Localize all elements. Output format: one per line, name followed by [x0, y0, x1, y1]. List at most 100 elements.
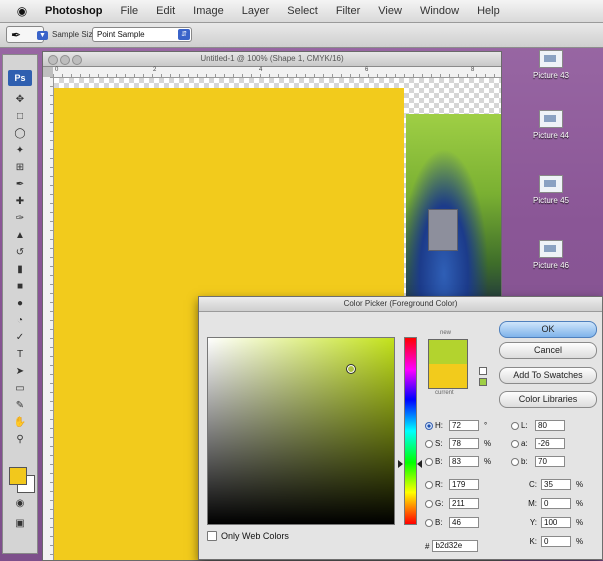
desktop-file-label: Picture 43	[532, 71, 570, 80]
menu-file[interactable]: File	[111, 5, 147, 17]
brightness-radio[interactable]	[425, 457, 433, 466]
pen-tool-icon[interactable]: ✓	[12, 331, 28, 344]
hue-radio[interactable]	[425, 421, 433, 430]
screen-mode-icon[interactable]: ▣	[12, 517, 28, 530]
hue-slider[interactable]	[404, 337, 417, 525]
saturation-row: S: 78 %	[425, 437, 492, 450]
red-radio[interactable]	[425, 480, 433, 489]
lab-l-radio[interactable]	[511, 421, 519, 430]
gamut-warning-icon[interactable]	[479, 367, 487, 375]
foreground-color-swatch[interactable]	[9, 467, 27, 485]
lab-b-radio[interactable]	[511, 457, 519, 466]
eyedropper-tool-icon[interactable]: ✒	[12, 178, 28, 191]
zoom-tool-icon[interactable]: ⚲	[12, 433, 28, 446]
green-label: G:	[435, 499, 444, 508]
hue-label: H:	[435, 421, 443, 430]
desktop-file-icon[interactable]: Picture 45	[520, 175, 582, 205]
eyedropper-icon: ✒	[11, 28, 22, 42]
tool-preset-picker[interactable]: ✒ ▼	[6, 26, 48, 43]
magic-wand-tool-icon[interactable]: ✦	[12, 144, 28, 157]
path-selection-tool-icon[interactable]: ➤	[12, 365, 28, 378]
lasso-tool-icon[interactable]: ◯	[12, 127, 28, 140]
brush-tool-icon[interactable]: ✑	[12, 212, 28, 225]
clone-stamp-tool-icon[interactable]: ▲	[12, 229, 28, 242]
hex-input[interactable]: b2d32e	[432, 540, 479, 552]
blur-tool-icon[interactable]: ●	[12, 297, 28, 310]
web-safe-warning-icon[interactable]	[479, 378, 487, 386]
menu-edit[interactable]: Edit	[147, 5, 184, 17]
desktop-file-icon[interactable]: Picture 46	[520, 240, 582, 270]
quick-mask-icon[interactable]: ◉	[12, 497, 28, 510]
type-tool-icon[interactable]: T	[12, 348, 28, 361]
color-libraries-button[interactable]: Color Libraries	[499, 391, 597, 408]
document-titlebar[interactable]: Untitled-1 @ 100% (Shape 1, CMYK/16)	[43, 52, 501, 67]
add-to-swatches-button[interactable]: Add To Swatches	[499, 367, 597, 384]
black-label: K:	[529, 537, 537, 546]
menu-window[interactable]: Window	[411, 5, 468, 17]
hue-slider-left-handle[interactable]	[398, 460, 403, 468]
lab-a-radio[interactable]	[511, 439, 519, 448]
blue-radio[interactable]	[425, 518, 433, 527]
dialog-title[interactable]: Color Picker (Foreground Color)	[199, 297, 602, 312]
menu-view[interactable]: View	[369, 5, 411, 17]
color-field-marker[interactable]	[346, 364, 356, 374]
red-input[interactable]: 179	[449, 479, 479, 490]
hand-tool-icon[interactable]: ✋	[12, 416, 28, 429]
menu-help[interactable]: Help	[468, 5, 509, 17]
desktop-file-icon[interactable]: Picture 43	[520, 50, 582, 80]
dodge-tool-icon[interactable]: ◔	[12, 314, 28, 327]
lab-a-input[interactable]: -26	[535, 438, 565, 449]
history-brush-tool-icon[interactable]: ↺	[12, 246, 28, 259]
photoshop-logo[interactable]: Ps	[8, 70, 32, 86]
vertical-ruler[interactable]	[43, 77, 54, 560]
gradient-tool-icon[interactable]: ■	[12, 280, 28, 293]
notes-tool-icon[interactable]: ✎	[12, 399, 28, 412]
magenta-input[interactable]: 0	[541, 498, 571, 509]
menu-filter[interactable]: Filter	[327, 5, 369, 17]
brightness-label: B:	[435, 457, 443, 466]
healing-brush-tool-icon[interactable]: ✚	[12, 195, 28, 208]
blue-input[interactable]: 46	[449, 517, 479, 528]
menu-layer[interactable]: Layer	[233, 5, 279, 17]
green-radio[interactable]	[425, 499, 433, 508]
apple-icon[interactable]: ◉	[8, 4, 36, 18]
image-file-icon	[539, 175, 563, 193]
saturation-radio[interactable]	[425, 439, 433, 448]
lab-b-label: b:	[521, 457, 528, 466]
move-tool-icon[interactable]: ✥	[12, 93, 28, 106]
menu-select[interactable]: Select	[278, 5, 327, 17]
brightness-row: B: 83 %	[425, 455, 492, 468]
menu-app-photoshop[interactable]: Photoshop	[36, 5, 111, 17]
current-color-swatch[interactable]	[428, 364, 468, 389]
hex-label: #	[425, 541, 430, 551]
lab-b-input[interactable]: 70	[535, 456, 565, 467]
shape-tool-icon[interactable]: ▭	[12, 382, 28, 395]
marquee-tool-icon[interactable]: □	[12, 110, 28, 123]
photo-layer[interactable]	[406, 114, 501, 314]
ruler-number: 2	[153, 67, 157, 73]
yellow-input[interactable]: 100	[541, 517, 571, 528]
ok-button[interactable]: OK	[499, 321, 597, 338]
only-web-colors-checkbox[interactable]	[207, 531, 217, 541]
menu-image[interactable]: Image	[184, 5, 233, 17]
lab-l-input[interactable]: 80	[535, 420, 565, 431]
sample-size-select[interactable]: Point Sample ⇵	[92, 27, 192, 42]
desktop-file-icon[interactable]: Picture 44	[520, 110, 582, 140]
cyan-input[interactable]: 35	[541, 479, 571, 490]
brightness-input[interactable]: 83	[449, 456, 479, 467]
eraser-tool-icon[interactable]: ▮	[12, 263, 28, 276]
cyan-label: C:	[529, 480, 537, 489]
cancel-button[interactable]: Cancel	[499, 342, 597, 359]
hue-slider-right-handle[interactable]	[417, 460, 422, 468]
color-field[interactable]	[207, 337, 395, 525]
hue-input[interactable]: 72	[449, 420, 479, 431]
black-input[interactable]: 0	[541, 536, 571, 547]
saturation-input[interactable]: 78	[449, 438, 479, 449]
horizontal-ruler[interactable]: 0 2 4 6 8	[53, 67, 501, 78]
only-web-colors-label: Only Web Colors	[221, 531, 289, 541]
ruler-number: 6	[365, 67, 369, 73]
only-web-colors-option[interactable]: Only Web Colors	[207, 531, 289, 541]
green-input[interactable]: 211	[449, 498, 479, 509]
black-unit: %	[576, 537, 584, 546]
crop-tool-icon[interactable]: ⊞	[12, 161, 28, 174]
